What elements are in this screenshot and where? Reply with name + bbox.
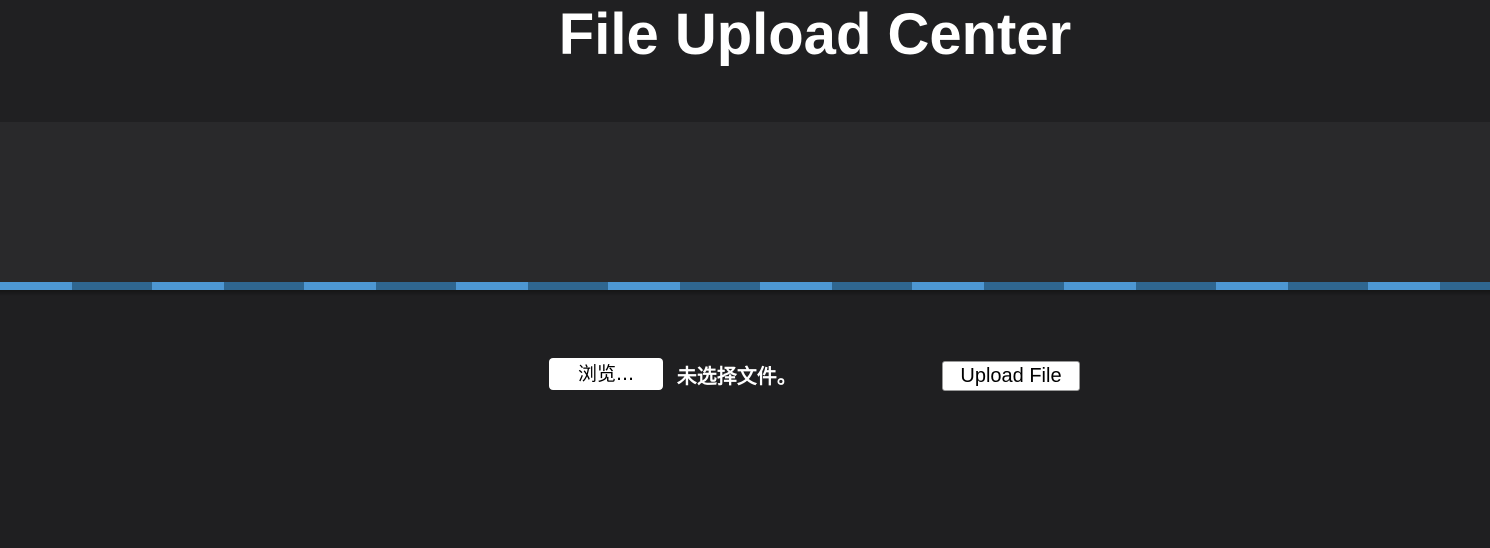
page: File Upload Center 浏览... 未选择文件。 Upload F… bbox=[0, 0, 1490, 548]
browse-button[interactable]: 浏览... bbox=[549, 358, 663, 390]
upload-file-button[interactable]: Upload File bbox=[942, 361, 1080, 391]
upload-form: 浏览... 未选择文件。 Upload File bbox=[0, 0, 1490, 548]
file-status-text: 未选择文件。 bbox=[677, 364, 797, 388]
